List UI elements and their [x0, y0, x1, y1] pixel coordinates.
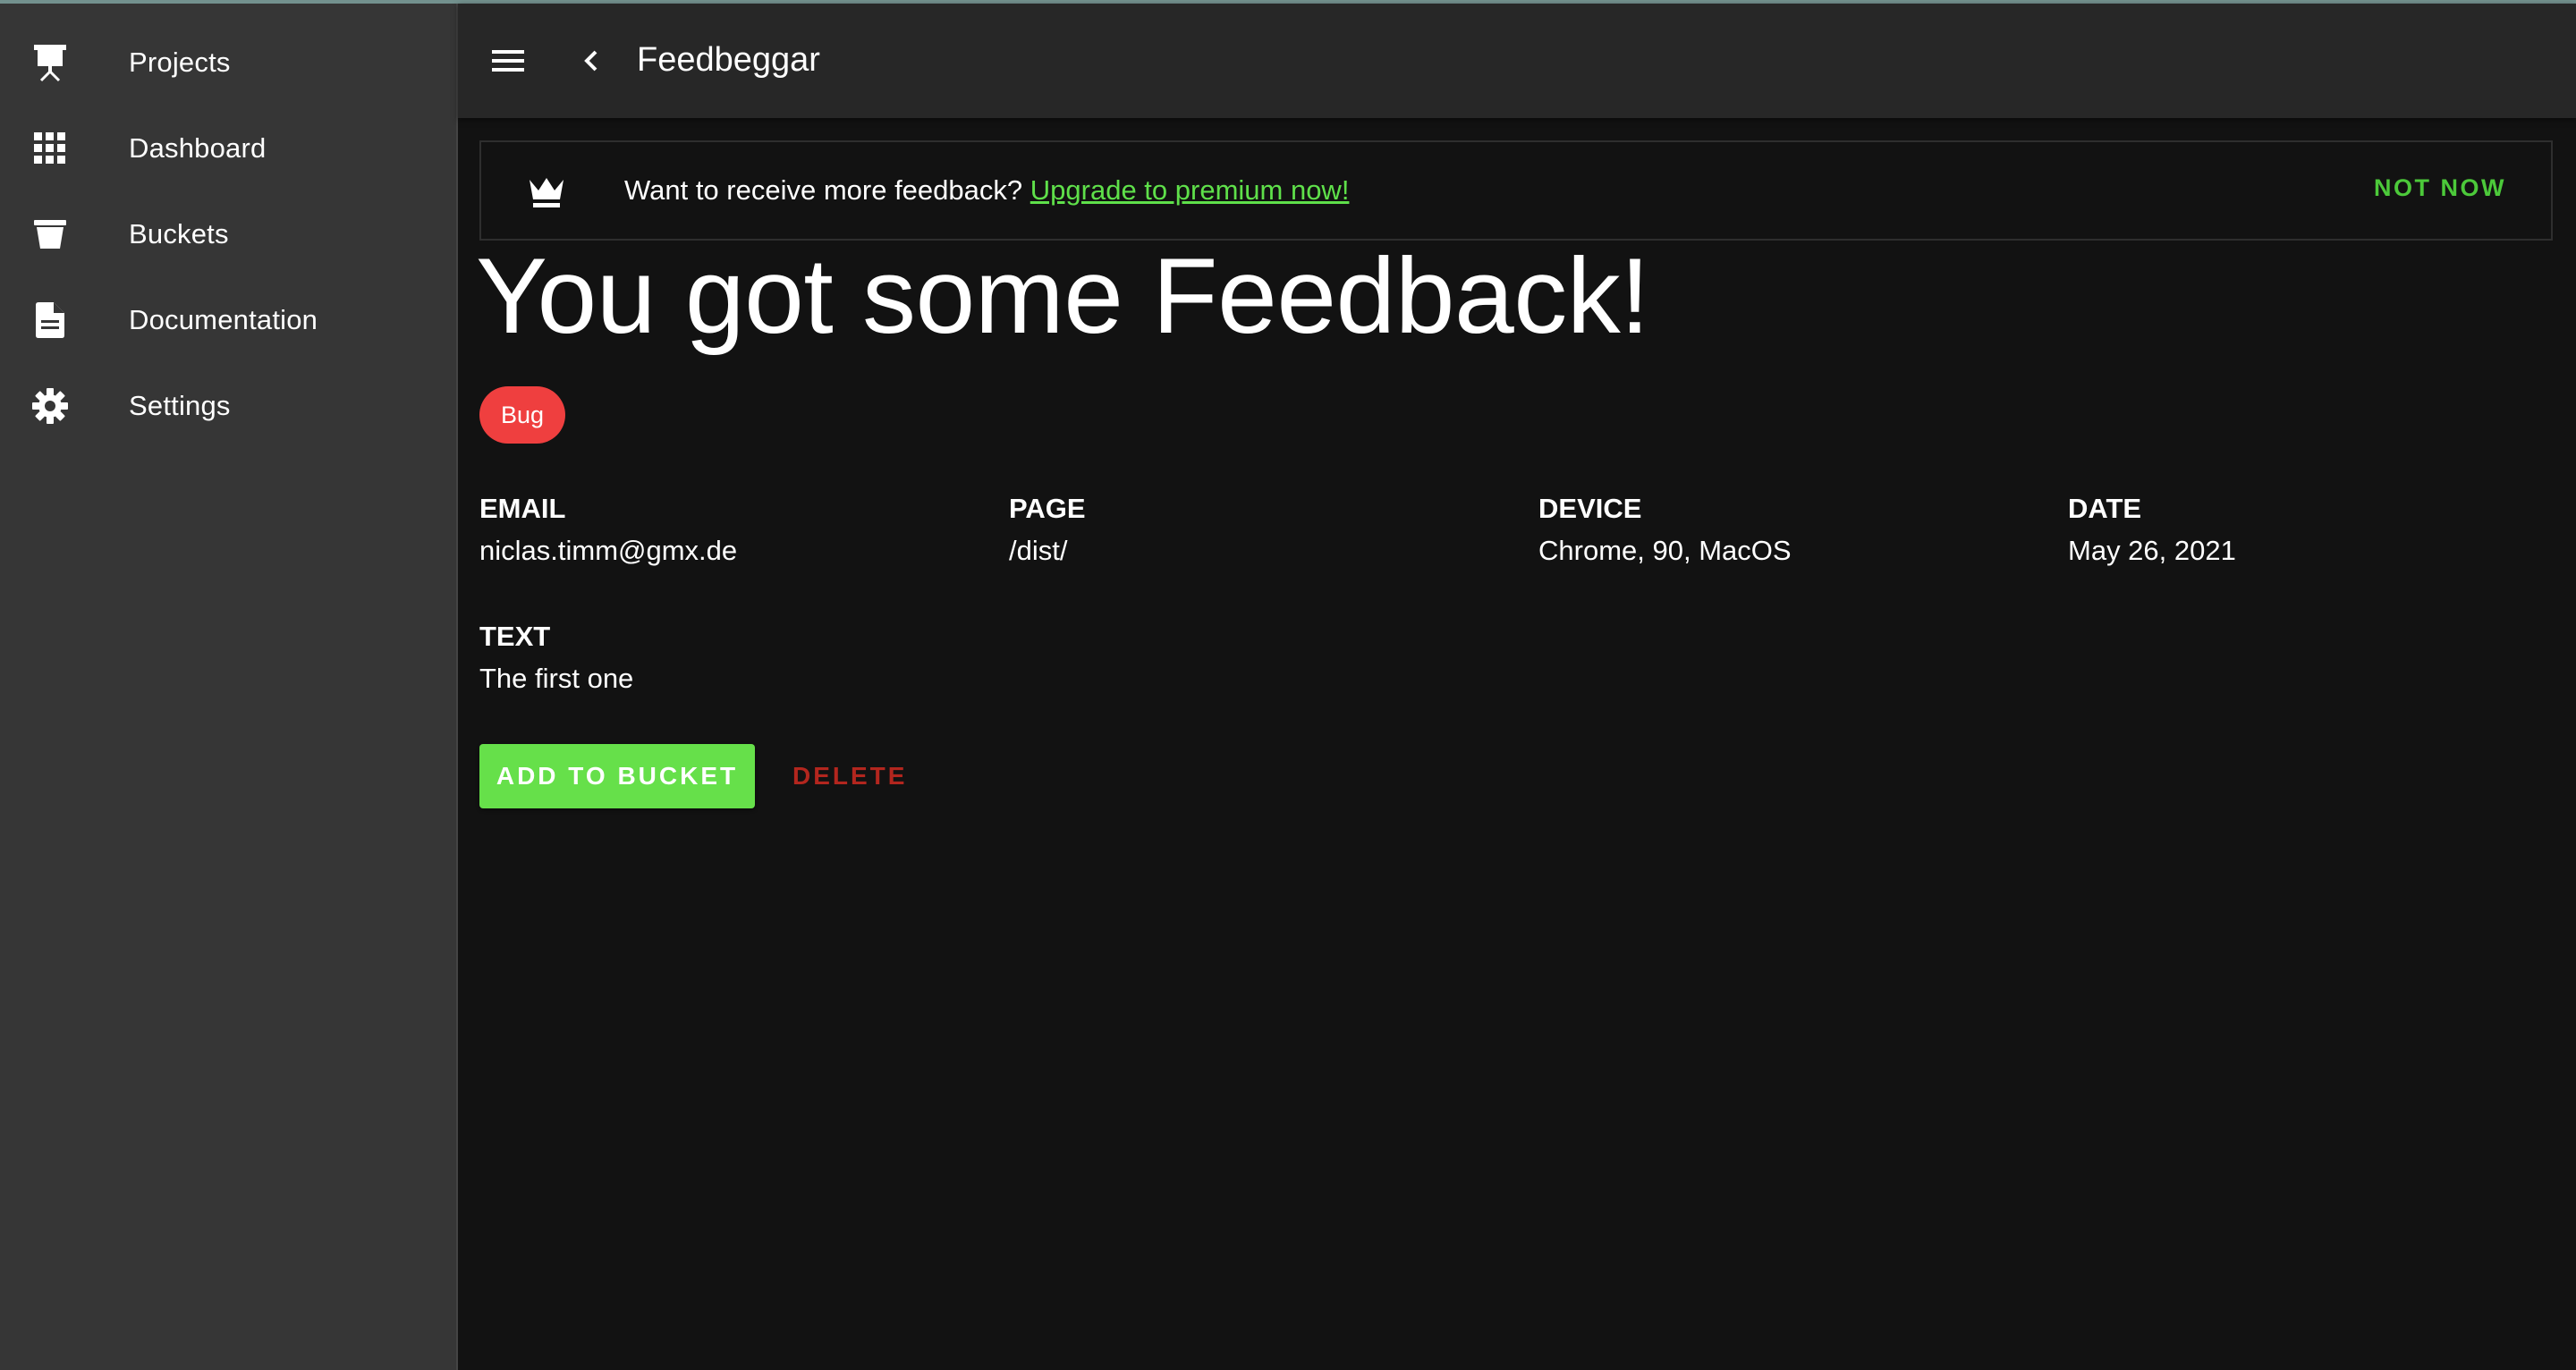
app-title: Feedbeggar — [637, 41, 820, 79]
text-value: The first one — [479, 663, 634, 694]
page-label: PAGE — [1009, 493, 1086, 524]
upgrade-link[interactable]: Upgrade to premium now! — [1030, 174, 1350, 206]
page-value: /dist/ — [1009, 535, 1068, 566]
chevron-left-icon[interactable] — [574, 43, 610, 79]
page-title: You got some Feedback! — [476, 236, 1650, 356]
sidebar-item-projects[interactable]: Projects — [0, 20, 456, 106]
device-label: DEVICE — [1538, 493, 1642, 524]
sidebar-item-label: Documentation — [129, 304, 318, 335]
crown-icon — [526, 171, 567, 212]
sidebar-item-label: Settings — [129, 390, 231, 421]
gear-icon — [30, 386, 70, 426]
not-now-button[interactable]: NOT NOW — [2374, 174, 2506, 202]
document-icon — [30, 300, 70, 340]
text-label: TEXT — [479, 621, 551, 652]
grid-icon — [30, 129, 70, 168]
date-label: DATE — [2068, 493, 2142, 524]
email-label: EMAIL — [479, 493, 566, 524]
sidebar-item-dashboard[interactable]: Dashboard — [0, 106, 456, 191]
date-value: May 26, 2021 — [2068, 535, 2236, 566]
app-header: Feedbeggar — [458, 4, 2576, 118]
sidebar-item-label: Buckets — [129, 218, 229, 249]
sidebar: Projects Dashboard Buckets Documentation… — [0, 4, 458, 1370]
email-value: niclas.timm@gmx.de — [479, 535, 738, 566]
sidebar-item-documentation[interactable]: Documentation — [0, 277, 456, 363]
banner-text: Want to receive more feedback? — [624, 174, 1023, 206]
bucket-icon — [30, 215, 70, 254]
premium-banner: Want to receive more feedback? Upgrade t… — [479, 140, 2553, 241]
device-value: Chrome, 90, MacOS — [1538, 535, 1792, 566]
sidebar-item-settings[interactable]: Settings — [0, 363, 456, 449]
add-to-bucket-button[interactable]: ADD TO BUCKET — [479, 744, 755, 808]
delete-button[interactable]: DELETE — [792, 762, 907, 791]
sidebar-item-buckets[interactable]: Buckets — [0, 191, 456, 277]
banner-message: Want to receive more feedback? Upgrade t… — [624, 174, 1349, 207]
app-window: Projects Dashboard Buckets Documentation… — [0, 0, 2576, 1370]
presentation-icon — [30, 43, 70, 82]
sidebar-item-label: Dashboard — [129, 132, 267, 164]
feedback-type-chip: Bug — [479, 386, 566, 444]
sidebar-item-label: Projects — [129, 47, 231, 78]
hamburger-icon[interactable] — [488, 41, 528, 80]
